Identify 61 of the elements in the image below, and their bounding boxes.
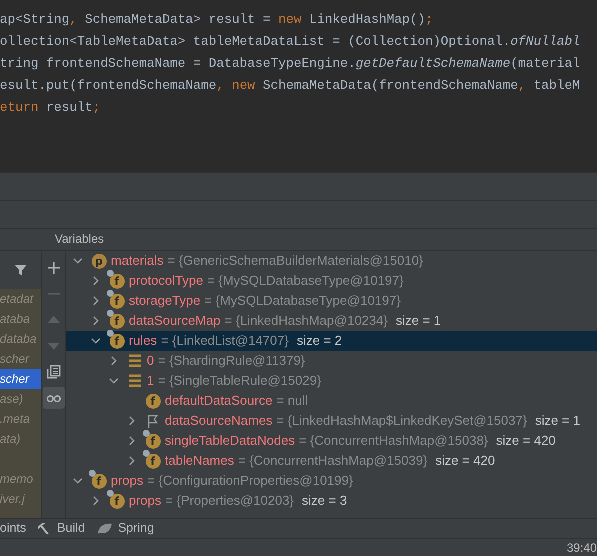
variable-value: = {SingleTableRule@15029} xyxy=(158,372,322,390)
list-element-icon xyxy=(128,374,142,388)
frame-item[interactable]: ase) xyxy=(0,392,24,406)
caret-position[interactable]: 39:40 xyxy=(566,538,597,556)
variable-name: 1 xyxy=(147,372,154,390)
variable-name: 0 xyxy=(147,352,154,370)
code-line: ollection<TableMetaData> tableMetaDataList = (Collection)Optional.ofNullabl xyxy=(0,33,580,51)
variable-name: storageType xyxy=(129,292,201,310)
size-label: size = 1 xyxy=(535,412,580,430)
frame-item[interactable]: memo xyxy=(0,472,34,486)
variable-name: materials xyxy=(111,252,164,270)
variable-name: protocolType xyxy=(129,272,204,290)
variable-value: = {ShardingRule@11379} xyxy=(158,352,306,370)
code-line: eturn result; xyxy=(0,99,101,117)
variable-value: = {LinkedHashMap$LinkedKeySet@15037} xyxy=(276,412,528,430)
tool-window-button[interactable]: Build xyxy=(38,519,86,538)
frame-item[interactable]: ataba xyxy=(0,312,30,326)
leaf-icon xyxy=(97,522,114,536)
add-icon xyxy=(46,261,60,275)
size-label: size = 420 xyxy=(436,452,496,470)
code-line: ap<String, SchemaMetaData> result = new LinkedHashMap(); xyxy=(0,11,434,29)
size-label: size = 2 xyxy=(296,332,342,350)
variable-value: = {Properties@10203} xyxy=(166,492,294,510)
tool-window-button[interactable]: Spring xyxy=(97,519,154,538)
size-label: size = 3 xyxy=(302,492,348,510)
frame-item[interactable]: scher xyxy=(0,352,30,366)
list-element-icon xyxy=(128,354,142,368)
variable-name: tableNames xyxy=(165,452,234,470)
variable-name: singleTableDataNodes xyxy=(165,432,296,450)
code-line: esult.put(frontendSchemaName, new SchemaMetaData(frontendSchemaName, tableM xyxy=(0,77,580,95)
variable-value: = {ConcurrentHashMap@15039} xyxy=(238,452,428,470)
field-icon: p xyxy=(92,254,106,268)
copy-icon xyxy=(46,365,60,379)
variable-value: = {LinkedHashMap@10234} xyxy=(224,312,388,330)
frame-item[interactable]: ata) xyxy=(0,432,21,446)
variable-name: dataSourceMap xyxy=(129,312,221,330)
variable-value: = {LinkedList@14707} xyxy=(161,332,289,350)
size-label: size = 420 xyxy=(496,432,556,450)
panel-title: Variables xyxy=(55,231,104,248)
tool-window-button[interactable]: oints xyxy=(0,519,26,538)
frame-item[interactable]: iver.j xyxy=(0,492,25,506)
variable-value: = {MySQLDatabaseType@10197} xyxy=(204,292,401,310)
variable-name: props xyxy=(129,492,162,510)
variable-value: = {MySQLDatabaseType@10197} xyxy=(207,272,404,290)
frame-item[interactable]: databa xyxy=(0,332,37,346)
variable-value: = {GenericSchemaBuilderMaterials@15010} xyxy=(168,252,424,270)
variable-name: props xyxy=(111,472,144,490)
frame-item[interactable]: etadat xyxy=(0,292,34,306)
field-icon: f xyxy=(146,394,160,408)
variable-name: defaultDataSource xyxy=(165,392,273,410)
glasses-button[interactable] xyxy=(42,387,64,409)
variable-name: rules xyxy=(129,332,158,350)
filter-icon[interactable] xyxy=(14,263,28,277)
frame-item[interactable]: .meta xyxy=(0,412,30,426)
flag-icon xyxy=(146,414,160,428)
variable-value: = {ConcurrentHashMap@15038} xyxy=(299,432,488,450)
variable-name: dataSourceNames xyxy=(165,412,273,430)
size-label: size = 1 xyxy=(396,312,442,330)
variable-value: = {ConfigurationProperties@10199} xyxy=(148,472,354,490)
variable-value: = null xyxy=(276,392,308,410)
code-line: tring frontendSchemaName = DatabaseTypeEngine.getDefaultSchemaName(material xyxy=(0,55,580,73)
